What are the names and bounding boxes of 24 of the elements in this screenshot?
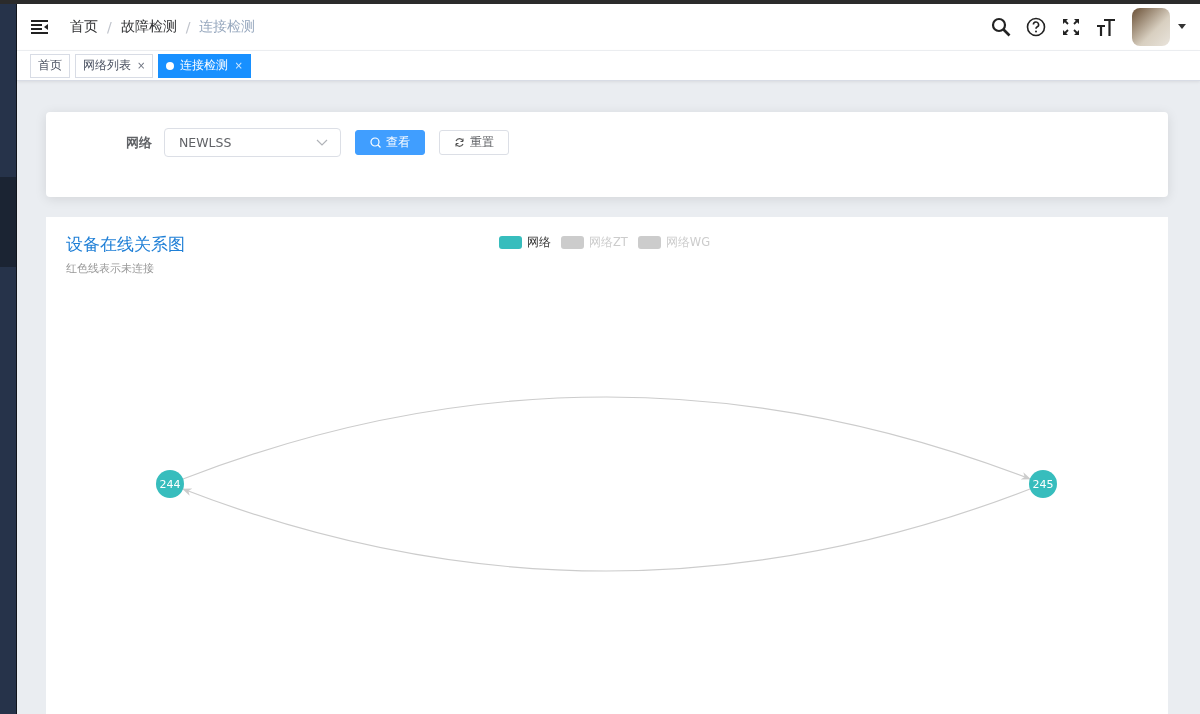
legend-item[interactable]: 网络 [498,235,551,250]
field-label: 网络 [125,134,153,152]
breadcrumb-item[interactable]: 故障检测 [120,18,177,36]
tab[interactable]: 连接检测 × [158,53,251,78]
tab[interactable]: 网络列表 × [75,53,154,78]
help-icon[interactable] [1026,17,1046,37]
chart-subtitle: 红色线表示未连接 [66,261,154,276]
breadcrumb-item: 连接检测 [199,18,256,36]
network-select[interactable]: NEWLSS [164,128,341,157]
chart-title: 设备在线关系图 [66,234,185,256]
search-icon [370,137,381,148]
menu-icon[interactable] [31,20,48,34]
breadcrumb-separator: / [185,19,191,35]
avatar[interactable] [1132,8,1170,46]
caret-icon[interactable] [1178,24,1186,29]
breadcrumb-item[interactable]: 首页 [70,18,98,36]
reset-button[interactable]: 重置 [439,130,509,155]
chevron-down-icon [316,139,328,146]
breadcrumb-separator: / [107,19,112,35]
font-size-icon[interactable] [1096,17,1116,37]
refresh-icon [454,137,465,148]
search-icon[interactable] [991,17,1011,37]
fullscreen-icon[interactable] [1061,17,1081,37]
tab[interactable]: 首页 [30,53,70,78]
